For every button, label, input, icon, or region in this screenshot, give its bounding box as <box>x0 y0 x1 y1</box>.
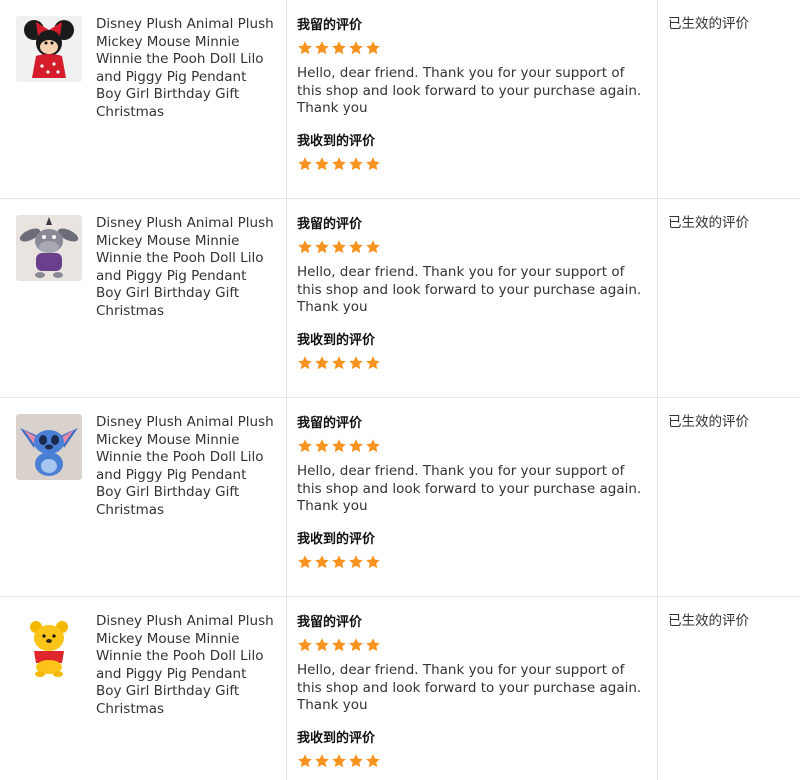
review-text: Hello, dear friend. Thank you for your s… <box>297 463 642 514</box>
star-icon <box>315 240 329 254</box>
star-icon <box>366 240 380 254</box>
review-row: Disney Plush Animal Plush Mickey Mouse M… <box>0 199 800 398</box>
product-thumbnail[interactable] <box>16 613 82 679</box>
review-row: Disney Plush Animal Plush Mickey Mouse M… <box>0 0 800 199</box>
review-text: Hello, dear friend. Thank you for your s… <box>297 264 642 315</box>
star-icon <box>349 355 363 369</box>
star-icon <box>349 638 363 652</box>
star-icon <box>315 156 329 170</box>
star-icon <box>298 41 312 55</box>
my-review-label: 我留的评价 <box>297 615 363 630</box>
review-text: Hello, dear friend. Thank you for your s… <box>297 662 642 713</box>
star-icon <box>366 355 380 369</box>
star-icon <box>332 554 346 568</box>
product-title[interactable]: Disney Plush Animal Plush Mickey Mouse M… <box>96 16 276 198</box>
product-title[interactable]: Disney Plush Animal Plush Mickey Mouse M… <box>96 613 276 780</box>
star-icon <box>298 554 312 568</box>
star-icon <box>332 355 346 369</box>
star-icon <box>332 156 346 170</box>
received-rating-stars <box>297 355 657 371</box>
star-icon <box>349 156 363 170</box>
my-review-label: 我留的评价 <box>297 217 363 232</box>
review-cell: 我留的评价 Hello, dear friend. Thank you for … <box>287 398 658 596</box>
star-icon <box>298 355 312 369</box>
my-rating-stars <box>297 637 657 653</box>
star-icon <box>332 240 346 254</box>
star-icon <box>332 41 346 55</box>
star-icon <box>315 554 329 568</box>
product-cell: Disney Plush Animal Plush Mickey Mouse M… <box>0 398 287 596</box>
review-status: 已生效的评价 <box>668 16 749 32</box>
product-thumbnail[interactable] <box>16 414 82 480</box>
my-rating-stars <box>297 239 657 255</box>
review-row: Disney Plush Animal Plush Mickey Mouse M… <box>0 398 800 597</box>
star-icon <box>315 355 329 369</box>
my-rating-stars <box>297 40 657 56</box>
product-cell: Disney Plush Animal Plush Mickey Mouse M… <box>0 0 287 198</box>
star-icon <box>332 638 346 652</box>
star-icon <box>315 638 329 652</box>
star-icon <box>366 156 380 170</box>
received-rating-stars <box>297 753 657 769</box>
my-rating-stars <box>297 438 657 454</box>
review-status: 已生效的评价 <box>668 414 749 430</box>
product-title[interactable]: Disney Plush Animal Plush Mickey Mouse M… <box>96 215 276 397</box>
star-icon <box>298 156 312 170</box>
received-rating-stars <box>297 554 657 570</box>
product-cell: Disney Plush Animal Plush Mickey Mouse M… <box>0 597 287 780</box>
star-icon <box>349 41 363 55</box>
star-icon <box>298 240 312 254</box>
star-icon <box>349 439 363 453</box>
star-icon <box>315 439 329 453</box>
received-review-label: 我收到的评价 <box>297 531 376 547</box>
star-icon <box>298 439 312 453</box>
review-text: Hello, dear friend. Thank you for your s… <box>297 65 642 116</box>
star-icon <box>366 753 380 767</box>
product-cell: Disney Plush Animal Plush Mickey Mouse M… <box>0 199 287 397</box>
review-row: Disney Plush Animal Plush Mickey Mouse M… <box>0 597 800 780</box>
star-icon <box>332 753 346 767</box>
received-review-label: 我收到的评价 <box>297 332 376 348</box>
star-icon <box>349 554 363 568</box>
product-title[interactable]: Disney Plush Animal Plush Mickey Mouse M… <box>96 414 276 596</box>
received-review-label: 我收到的评价 <box>297 133 376 149</box>
received-review-label: 我收到的评价 <box>297 730 376 746</box>
star-icon <box>366 554 380 568</box>
review-cell: 我留的评价 Hello, dear friend. Thank you for … <box>287 597 658 780</box>
my-review-label: 我留的评价 <box>297 416 363 431</box>
star-icon <box>315 41 329 55</box>
received-rating-stars <box>297 156 657 172</box>
review-list: Disney Plush Animal Plush Mickey Mouse M… <box>0 0 800 780</box>
star-icon <box>349 753 363 767</box>
star-icon <box>298 638 312 652</box>
star-icon <box>349 240 363 254</box>
product-thumbnail[interactable] <box>16 16 82 82</box>
star-icon <box>315 753 329 767</box>
star-icon <box>366 638 380 652</box>
review-status: 已生效的评价 <box>668 215 749 231</box>
star-icon <box>366 41 380 55</box>
review-cell: 我留的评价 Hello, dear friend. Thank you for … <box>287 0 658 198</box>
product-thumbnail[interactable] <box>16 215 82 281</box>
star-icon <box>298 753 312 767</box>
star-icon <box>366 439 380 453</box>
review-status: 已生效的评价 <box>668 613 749 629</box>
review-cell: 我留的评价 Hello, dear friend. Thank you for … <box>287 199 658 397</box>
my-review-label: 我留的评价 <box>297 18 363 33</box>
star-icon <box>332 439 346 453</box>
